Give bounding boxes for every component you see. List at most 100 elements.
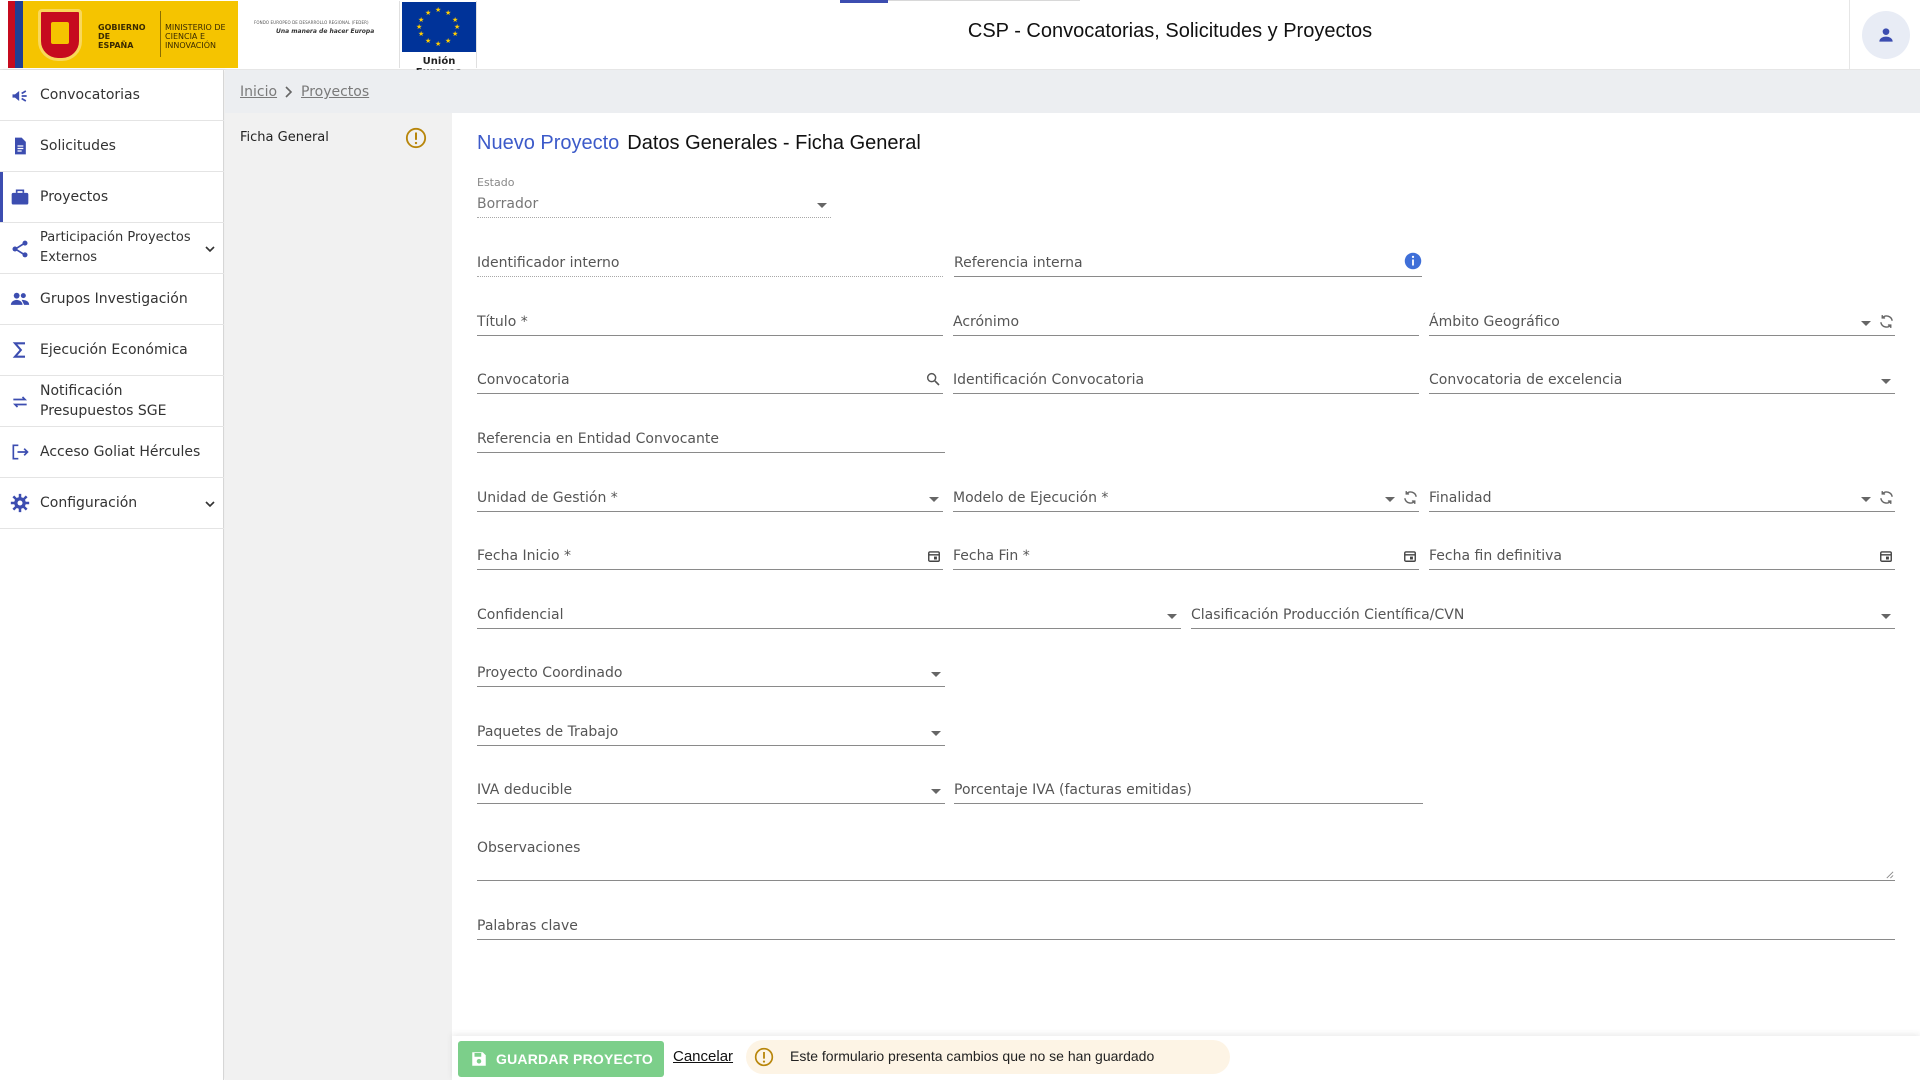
referencia-interna-input[interactable]: Referencia interna [954, 252, 1422, 277]
porcentaje-iva-input[interactable]: Porcentaje IVA (facturas emitidas) [954, 780, 1423, 804]
group-icon [10, 292, 30, 305]
ministerio-text: MINISTERIO DE CIENCIA E INNOVACIÓN [165, 23, 226, 50]
dropdown-arrow-icon [929, 497, 939, 502]
sidebar-item-configuracion[interactable]: Configuración [0, 478, 224, 529]
sidebar-item-acceso-goliat[interactable]: Acceso Goliat Hércules [0, 427, 224, 478]
sidebar-item-label: Acceso Goliat Hércules [40, 444, 201, 460]
refresh-icon[interactable] [1402, 489, 1419, 506]
fecha-fin-input[interactable]: Fecha Fin * [953, 546, 1419, 570]
dropdown-arrow-icon [1881, 614, 1891, 619]
modelo-ejecucion-select[interactable]: Modelo de Ejecución * [953, 488, 1419, 512]
fecha-fin-label: Fecha Fin * [953, 548, 1030, 564]
page-title-section: Datos Generales - Ficha General [627, 132, 921, 154]
paquetes-trabajo-select[interactable]: Paquetes de Trabajo [477, 722, 945, 746]
fecha-fin-definitiva-input[interactable]: Fecha fin definitiva [1429, 546, 1895, 570]
calendar-icon[interactable] [927, 549, 941, 563]
eu-logo: ★ ★ ★ ★ ★ ★ ★ ★ ★ ★ ★ ★ Unión Europea [399, 1, 477, 78]
unidad-gestion-select[interactable]: Unidad de Gestión * [477, 488, 943, 512]
sidebar-item-label: Grupos Investigación [40, 291, 188, 307]
sidebar-item-convocatorias[interactable]: Convocatorias [0, 70, 224, 121]
info-icon[interactable] [1404, 252, 1422, 270]
gear-icon [10, 493, 30, 513]
estado-select[interactable]: Estado Borrador [477, 176, 831, 218]
section-subnav: Ficha General [225, 113, 452, 1080]
breadcrumb-proyectos-link[interactable]: Proyectos [301, 84, 369, 100]
clasificacion-label: Clasificación Producción Científica/CVN [1191, 607, 1465, 623]
sidebar-item-label: Solicitudes [40, 138, 116, 154]
observaciones-textarea[interactable]: Observaciones [477, 834, 1895, 881]
app-header: GOBIERNO DE ESPAÑA MINISTERIO DE CIENCIA… [0, 0, 1920, 78]
calendar-icon[interactable] [1879, 549, 1893, 563]
cancel-link[interactable]: Cancelar [673, 1048, 733, 1065]
sidebar-item-proyectos[interactable]: Proyectos [0, 172, 224, 223]
convocatoria-label: Convocatoria [477, 372, 570, 388]
briefcase-icon [11, 189, 29, 205]
sidebar-item-ejecucion-economica[interactable]: Ejecución Económica [0, 325, 224, 376]
chevron-down-icon [205, 501, 215, 508]
dropdown-arrow-icon [931, 789, 941, 794]
identificacion-convocatoria-label: Identificación Convocatoria [953, 372, 1145, 388]
dropdown-arrow-icon [1881, 379, 1891, 384]
proyecto-coordinado-select[interactable]: Proyecto Coordinado [477, 663, 945, 687]
dropdown-arrow-icon [1167, 614, 1177, 619]
refresh-icon[interactable] [1878, 313, 1895, 330]
eu-flag-icon: ★ ★ ★ ★ ★ ★ ★ ★ ★ ★ ★ ★ [402, 2, 476, 52]
breadcrumb [225, 70, 1920, 113]
finalidad-label: Finalidad [1429, 490, 1492, 506]
refresh-icon[interactable] [1878, 489, 1895, 506]
palabras-clave-input[interactable]: Palabras clave [477, 916, 1895, 940]
proyecto-coordinado-label: Proyecto Coordinado [477, 665, 623, 681]
ambito-geografico-label: Ámbito Geográfico [1429, 314, 1560, 330]
acronimo-input[interactable]: Acrónimo [953, 312, 1419, 336]
save-icon [472, 1052, 486, 1066]
resize-handle-icon[interactable] [1885, 870, 1894, 879]
feder-line1: FONDO EUROPEO DE DESARROLLO REGIONAL (FE… [254, 20, 369, 25]
fecha-inicio-label: Fecha Inicio * [477, 548, 571, 564]
estado-value: Borrador [477, 196, 539, 212]
dropdown-arrow-icon [1861, 497, 1871, 502]
sidebar-item-participacion-externos[interactable]: Participación Proyectos Externos [0, 223, 224, 274]
subnav-item-ficha-general[interactable]: Ficha General [240, 130, 329, 145]
user-menu-button[interactable] [1862, 11, 1910, 59]
save-project-label: GUARDAR PROYECTO [496, 1051, 653, 1067]
breadcrumb-home-link[interactable]: Inicio [240, 84, 277, 100]
acronimo-label: Acrónimo [953, 314, 1020, 330]
chevron-down-icon [205, 246, 215, 253]
user-divider [1849, 0, 1850, 70]
dropdown-arrow-icon [1385, 497, 1395, 502]
swap-icon [12, 396, 28, 408]
calendar-icon[interactable] [1403, 549, 1417, 563]
ambito-geografico-select[interactable]: Ámbito Geográfico [1429, 312, 1895, 336]
porcentaje-iva-label: Porcentaje IVA (facturas emitidas) [954, 782, 1192, 798]
convocatoria-excelencia-select[interactable]: Convocatoria de excelencia [1429, 370, 1895, 394]
sidebar-item-label: Proyectos [40, 189, 109, 205]
sidebar-item-notificacion-presupuestos[interactable]: Notificación Presupuestos SGE [0, 376, 224, 427]
sidebar-item-grupos-investigacion[interactable]: Grupos Investigación [0, 274, 224, 325]
referencia-entidad-input[interactable]: Referencia en Entidad Convocante [477, 429, 945, 453]
save-project-button[interactable]: GUARDAR PROYECTO [458, 1041, 664, 1077]
identificador-interno-field[interactable]: Identificador interno [477, 253, 943, 277]
gobierno-text: GOBIERNO DE ESPAÑA [98, 23, 146, 50]
dropdown-arrow-icon [817, 203, 827, 208]
search-icon[interactable] [925, 371, 941, 387]
sigma-icon [12, 342, 25, 358]
dropdown-arrow-icon [1861, 321, 1871, 326]
fecha-inicio-input[interactable]: Fecha Inicio * [477, 546, 943, 570]
convocatoria-input[interactable]: Convocatoria [477, 370, 943, 394]
clasificacion-select[interactable]: Clasificación Producción Científica/CVN [1191, 605, 1895, 629]
confidencial-select[interactable]: Confidencial [477, 605, 1181, 629]
page-title: Nuevo Proyecto Datos Generales - Ficha Ge… [477, 132, 921, 155]
estado-label: Estado [477, 176, 515, 189]
identificacion-convocatoria-input[interactable]: Identificación Convocatoria [953, 370, 1419, 394]
feder-line2: Una manera de hacer Europa [276, 28, 375, 35]
megaphone-icon [12, 90, 27, 102]
page-title-entity: Nuevo Proyecto [477, 132, 620, 154]
iva-deducible-select[interactable]: IVA deducible [477, 780, 945, 804]
sidebar-item-solicitudes[interactable]: Solicitudes [0, 121, 224, 172]
warning-icon [405, 127, 427, 149]
titulo-input[interactable]: Título * [477, 312, 943, 336]
person-icon [1879, 28, 1893, 42]
finalidad-select[interactable]: Finalidad [1429, 488, 1895, 512]
unsaved-changes-notice: Este formulario presenta cambios que no … [746, 1040, 1230, 1074]
unsaved-changes-text: Este formulario presenta cambios que no … [790, 1048, 1155, 1064]
